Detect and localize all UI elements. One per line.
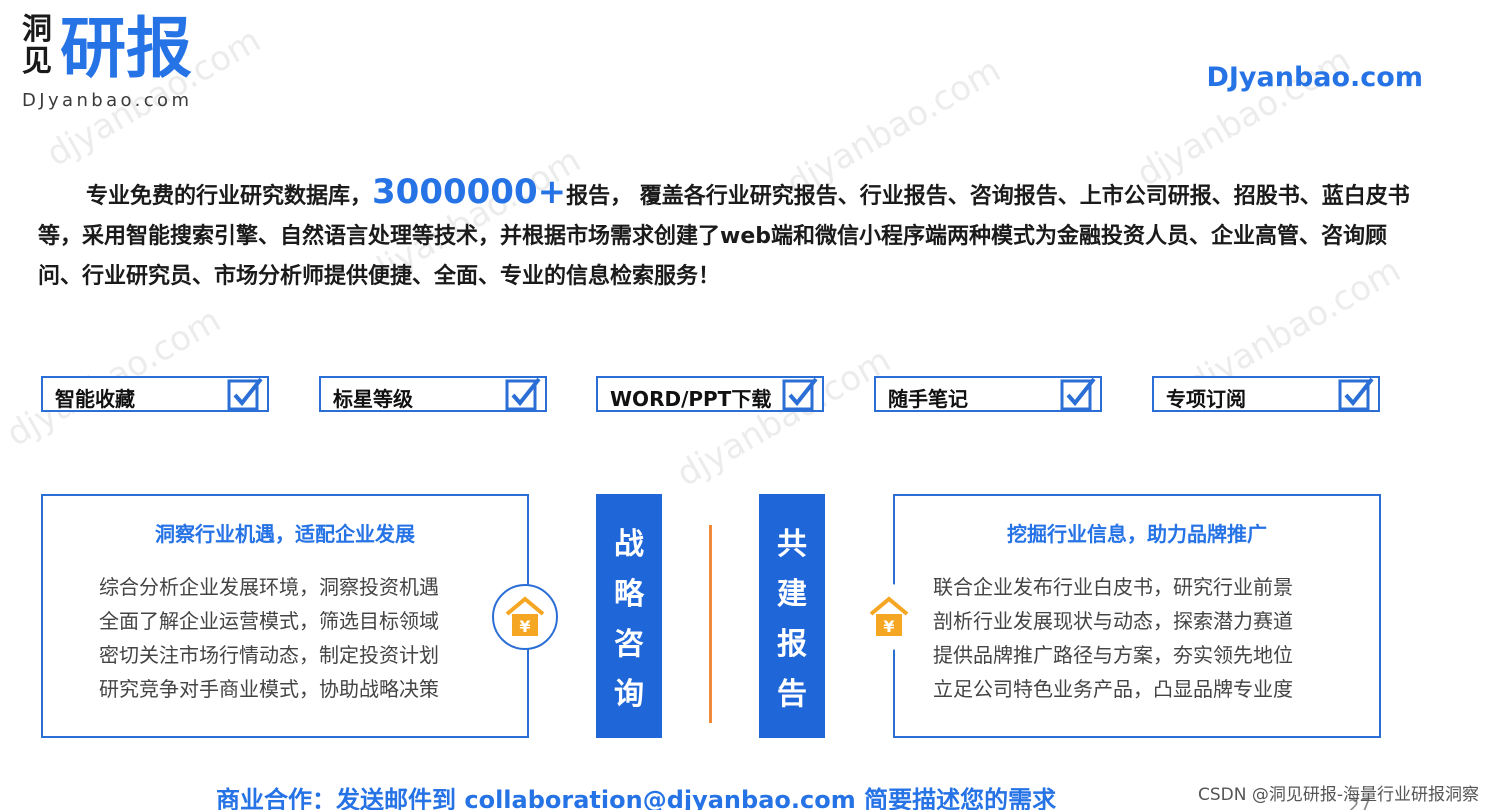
bar-char: 建 (777, 577, 807, 612)
bar-char: 咨 (614, 627, 644, 662)
service-line: 研究竞争对手商业模式，协助战略决策 (99, 677, 439, 701)
left-service-title: 洞察行业机遇，适配企业发展 (155, 522, 415, 546)
left-coin-badge: ¥ (492, 584, 558, 650)
business-contact[interactable]: 商业合作：发送邮件到 collaboration@djyanbao.com 简要… (216, 780, 1056, 810)
service-line: 密切关注市场行情动态，制定投资计划 (99, 643, 439, 667)
bar-char: 询 (614, 677, 644, 712)
service-line: 提供品牌推广路径与方案，夯实领先地位 (933, 643, 1293, 667)
strategy-consulting-bar[interactable]: 战 略 咨 询 (596, 494, 662, 738)
feature-label: 随手笔记 (888, 387, 968, 411)
bar-characters: 战 略 咨 询 (596, 520, 662, 720)
service-line: 综合分析企业发展环境，洞察投资机遇 (99, 575, 439, 599)
svg-text:¥: ¥ (519, 617, 530, 636)
csdn-credit: CSDN @洞见研报-海量行业研报洞察 (1197, 785, 1479, 805)
logo-char-bottom: 见 (22, 44, 52, 79)
feature-label: WORD/PPT下载 (610, 387, 772, 411)
checkbox-check-icon (782, 377, 818, 411)
right-service-lines: 联合企业发布行业白皮书，研究行业前景 剖析行业发展现状与动态，探索潜力赛道 提供… (933, 570, 1293, 706)
house-yuan-icon: ¥ (869, 596, 909, 636)
checkbox-check-icon (1060, 377, 1096, 411)
right-service-box: 挖掘行业信息，助力品牌推广 联合企业发布行业白皮书，研究行业前景 剖析行业发展现… (893, 494, 1381, 738)
feature-label: 标星等级 (333, 387, 413, 411)
right-service-title: 挖掘行业信息，助力品牌推广 (1007, 522, 1267, 546)
watermark: djyanbao.com (670, 340, 898, 495)
feature-notes[interactable]: 随手笔记 (874, 376, 1102, 412)
intro-part1: 专业免费的行业研究数据库， (86, 184, 373, 209)
svg-text:¥: ¥ (883, 617, 894, 636)
service-line: 立足公司特色业务产品，凸显品牌专业度 (933, 677, 1293, 701)
bar-char: 略 (614, 577, 644, 612)
bar-char: 报 (777, 627, 807, 662)
intro-paragraph: 专业免费的行业研究数据库，3000000+报告， 覆盖各行业研究报告、行业报告、… (38, 172, 1418, 297)
feature-word-ppt-download[interactable]: WORD/PPT下载 (596, 376, 824, 412)
logo-brand-text: 研报 (60, 10, 192, 87)
site-url-link[interactable]: DJyanbao.com (1206, 62, 1423, 93)
checkbox-check-icon (227, 377, 263, 411)
report-count: 3000000+ (372, 172, 567, 212)
logo-char-stack: 洞 见 (20, 14, 54, 78)
checkbox-check-icon (1338, 377, 1374, 411)
logo-domain: DJyanbao.com (22, 90, 193, 111)
house-yuan-icon: ¥ (505, 596, 545, 636)
co-build-report-bar[interactable]: 共 建 报 告 (759, 494, 825, 738)
bar-char: 共 (777, 527, 807, 562)
service-line: 联合企业发布行业白皮书，研究行业前景 (933, 575, 1293, 599)
checkbox-check-icon (505, 377, 541, 411)
divider-line (709, 525, 712, 723)
brand-logo[interactable]: 洞 见 研报 DJyanbao.com (20, 10, 220, 115)
bar-char: 战 (614, 527, 644, 562)
bar-char: 告 (777, 677, 807, 712)
service-line: 剖析行业发展现状与动态，探索潜力赛道 (933, 609, 1293, 633)
feature-label: 智能收藏 (55, 387, 135, 411)
service-line: 全面了解企业运营模式，筛选目标领域 (99, 609, 439, 633)
right-coin-badge: ¥ (856, 584, 922, 650)
feature-smart-favorite[interactable]: 智能收藏 (41, 376, 269, 412)
left-service-lines: 综合分析企业发展环境，洞察投资机遇 全面了解企业运营模式，筛选目标领域 密切关注… (99, 570, 439, 706)
left-service-box: 洞察行业机遇，适配企业发展 综合分析企业发展环境，洞察投资机遇 全面了解企业运营… (41, 494, 529, 738)
feature-star-rating[interactable]: 标星等级 (319, 376, 547, 412)
logo-char-top: 洞 (22, 12, 52, 47)
feature-label: 专项订阅 (1166, 387, 1246, 411)
feature-subscription[interactable]: 专项订阅 (1152, 376, 1380, 412)
bar-characters: 共 建 报 告 (759, 520, 825, 720)
